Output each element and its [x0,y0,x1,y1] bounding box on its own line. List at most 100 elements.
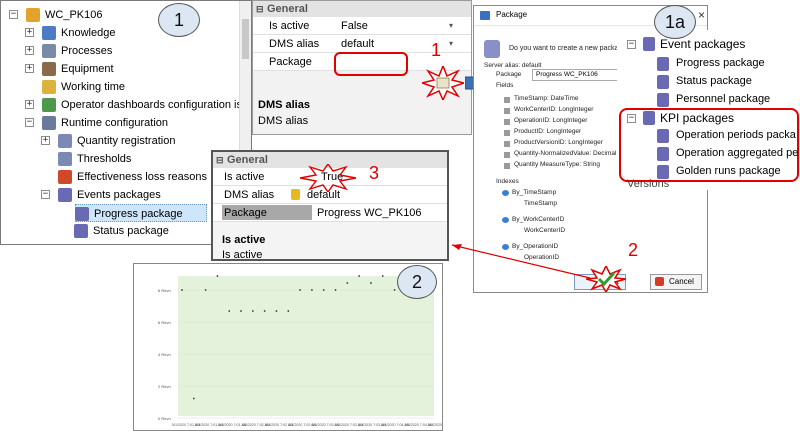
tree-item-package[interactable]: Status package [617,74,800,92]
field-item: TimeStamp: DateTime [514,95,579,102]
chart-point [228,310,231,312]
equipment-icon [42,62,56,76]
runtime-gear-icon [42,116,56,130]
field-icon [504,163,510,169]
tree-item-package[interactable]: Operation aggregated pe [617,146,800,164]
property-row-package[interactable]: Package Progress WC_PK106 [213,204,447,222]
arrowhead-icon [452,244,462,250]
expand-icon[interactable]: + [25,46,34,55]
tree-item[interactable]: + Operator dashboards configuration is [1,96,242,114]
y-tick-label: 6 Revn [158,320,171,325]
tree-item-package[interactable]: Operation periods packa [617,128,800,146]
property-group-header[interactable]: ⊟ General [253,1,471,17]
field-icon [504,141,510,147]
index-name: By_TimeStamp [512,189,557,196]
index-column: OperationID [524,254,560,261]
tree-item-label: Progress package [94,208,183,220]
tree-item-package[interactable]: Progress package [617,56,800,74]
thresholds-icon [58,152,72,166]
field-item: Quantity MeasureType: String [514,161,600,168]
scroll-thumb[interactable] [242,19,249,59]
versions-label: Versions [627,178,670,190]
package-icon [657,165,669,179]
loss-reasons-icon [58,170,72,184]
y-tick-label: 6 Revn [158,288,171,293]
chart-point [381,275,384,277]
property-value[interactable]: Progress WC_PK106 [317,204,422,222]
property-value[interactable]: False [341,17,368,35]
dialog-app-icon [480,11,490,20]
field-item: WorkCenterID: LongInteger [514,106,594,113]
chevron-down-icon[interactable]: ▾ [449,17,453,35]
property-value[interactable]: default [341,35,374,53]
expand-icon[interactable]: + [25,64,34,73]
chevron-down-icon[interactable]: ▾ [449,35,453,53]
property-key: Package [224,207,267,219]
user-icon [26,8,40,22]
field-item: Quantity-NormalizedValue: Decimal [514,150,617,157]
tree-item-event-packages[interactable]: − Event packages [617,36,800,54]
tree-item-label: Processes [61,45,113,57]
collapse-icon[interactable]: − [627,40,636,49]
database-icon [58,188,72,202]
tree-item-label: Operation aggregated pe [676,147,799,159]
property-group-label: General [267,3,308,15]
cancel-icon [655,277,664,286]
chart-point [204,289,207,291]
tree-item-kpi-packages[interactable]: − KPI packages [617,110,800,128]
property-row-is-active[interactable]: Is active False ▾ [253,17,471,35]
tree-item-label: Progress package [676,57,765,69]
field-item: ProductVersionID: LongInteger [514,139,603,146]
click-burst-icon [422,66,464,100]
package-icon [657,147,669,161]
click-burst-ok-icon [586,266,626,292]
property-key: Is active [224,171,265,183]
server-alias-label: Server alias: default [484,62,542,69]
tree-item-label: Equipment [61,63,114,75]
database-icon [484,40,500,58]
index-icon [502,217,509,223]
tree-item[interactable]: + Equipment [1,60,237,78]
tree-item[interactable]: Progress package [75,204,207,222]
chart-point [240,310,242,312]
chart-point [393,289,396,291]
tree-item[interactable]: Status package [1,222,237,240]
collapse-icon[interactable]: ⊟ [256,1,264,17]
collapse-icon[interactable]: − [627,114,636,123]
tree-item[interactable]: + Processes [1,42,237,60]
tree-item[interactable]: + Quantity registration [1,132,237,150]
description-title: Is active [222,234,266,246]
tree-item-label: Personnel package [676,93,771,105]
tree-item-label: Runtime configuration [61,117,169,129]
expand-icon[interactable]: + [41,136,50,145]
tree-item-label: Golden runs package [676,165,781,177]
cancel-button[interactable]: Cancel [650,274,702,290]
tree-item[interactable]: − Runtime configuration [1,114,237,132]
chart-point [346,282,349,284]
field-icon [504,108,510,114]
tree-item[interactable]: Effectiveness loss reasons [1,168,237,186]
highlight-dms-alias [334,52,408,76]
tree-item-label: Working time [61,81,125,93]
expand-icon[interactable]: + [25,28,34,37]
expand-icon[interactable]: + [25,100,34,109]
click-burst-true-icon [300,164,356,192]
knowledge-icon [42,26,56,40]
tree-item[interactable]: − Events packages [1,186,237,204]
collapse-icon[interactable]: ⊟ [216,152,224,168]
tree-item[interactable]: Working time [1,78,237,96]
tree-item[interactable]: Thresholds [1,150,237,168]
package-icon [657,75,669,89]
collapse-icon[interactable]: − [41,190,50,199]
tree-item-label: Operation periods packa [676,129,796,141]
field-icon [504,97,510,103]
close-icon[interactable]: × [698,8,705,22]
property-key: Package [269,56,312,68]
tree-item[interactable]: + Knowledge [1,24,237,42]
package-name-input[interactable]: Progress WC_PK106 [532,69,619,81]
collapse-icon[interactable]: − [9,10,18,19]
red-label-2: 2 [628,240,639,260]
tree-item[interactable]: − WC_PK106 [1,6,237,24]
package-icon [75,207,89,221]
collapse-icon[interactable]: − [25,118,34,127]
